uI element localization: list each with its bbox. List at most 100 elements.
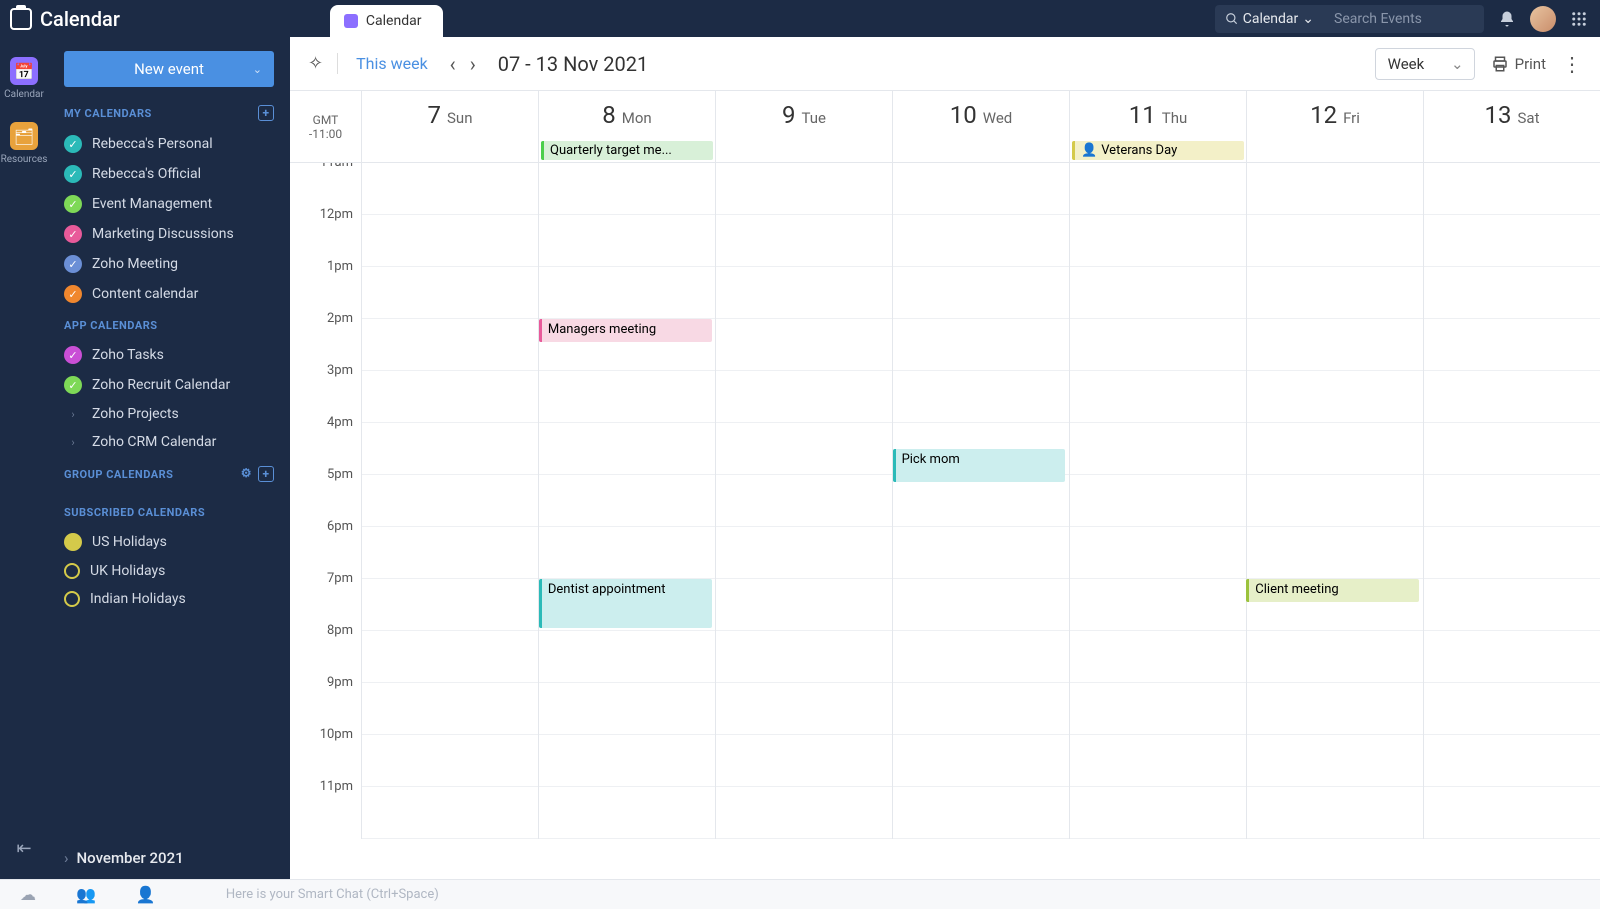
- day-header[interactable]: 13 Sat: [1424, 91, 1600, 162]
- search-group: Calendar ⌄: [1215, 5, 1484, 33]
- hour-label: 1pm: [290, 259, 361, 311]
- calendar-name: UK Holidays: [90, 563, 165, 579]
- day-header[interactable]: 10Wed: [893, 91, 1070, 162]
- calendar-event[interactable]: Pick mom: [893, 449, 1066, 482]
- profile-icon[interactable]: 👤: [136, 885, 156, 904]
- prev-week-icon[interactable]: ‹: [446, 52, 460, 76]
- calendar-item[interactable]: Marketing Discussions: [64, 219, 274, 249]
- day-header[interactable]: 11 Thu 👤Veterans Day: [1070, 91, 1247, 162]
- day-header[interactable]: 9 Tue: [716, 91, 893, 162]
- calendar-event[interactable]: Managers meeting: [539, 319, 712, 342]
- calendar-color-dot: [64, 255, 82, 273]
- calendar-item[interactable]: Zoho Meeting: [64, 249, 274, 279]
- hour-label: 11am: [290, 163, 361, 207]
- bell-icon[interactable]: [1498, 10, 1516, 28]
- week-nav: ‹ ›: [446, 52, 480, 76]
- day-name: Tue: [802, 109, 826, 127]
- apps-grid-icon[interactable]: [1570, 10, 1588, 28]
- this-week-button[interactable]: This week: [356, 54, 428, 73]
- grid-column[interactable]: [362, 163, 539, 839]
- avatar[interactable]: [1530, 6, 1556, 32]
- day-number: 11: [1129, 101, 1156, 129]
- search-input[interactable]: [1324, 11, 1484, 27]
- calendar-name: Event Management: [92, 196, 212, 212]
- next-week-icon[interactable]: ›: [466, 52, 480, 76]
- calendar-name: Rebecca's Personal: [92, 136, 213, 152]
- grid-column[interactable]: [1070, 163, 1247, 839]
- calendar-item[interactable]: Rebecca's Personal: [64, 129, 274, 159]
- day-name: Fri: [1343, 109, 1360, 127]
- day-name: Sun: [447, 109, 472, 127]
- grid-column[interactable]: [1247, 163, 1424, 839]
- day-header[interactable]: 8MonQuarterly target me...: [539, 91, 716, 162]
- tab-bar: Calendar: [330, 0, 444, 37]
- calendar-item[interactable]: Zoho Tasks: [64, 340, 274, 370]
- hour-label: 5pm: [290, 467, 361, 519]
- date-range: 07 - 13 Nov 2021: [498, 52, 649, 76]
- rail-item-resources[interactable]: 🗂 Resources: [1, 122, 48, 165]
- grid-column[interactable]: [1424, 163, 1600, 839]
- calendar-item[interactable]: UK Holidays: [64, 557, 274, 585]
- calendar-item[interactable]: ›Zoho CRM Calendar: [64, 428, 274, 456]
- chat-bar: ☁ 👥 👤 Here is your Smart Chat (Ctrl+Spac…: [0, 879, 1600, 909]
- rail-item-calendar[interactable]: 📅 Calendar: [4, 57, 44, 100]
- event-title: Quarterly target me...: [550, 143, 672, 158]
- day-name: Wed: [983, 109, 1013, 127]
- calendar-name: Indian Holidays: [90, 591, 186, 607]
- collapse-sidebar-icon[interactable]: ⇤: [16, 838, 31, 859]
- contacts-icon[interactable]: 👥: [76, 885, 96, 904]
- calendar-item[interactable]: Event Management: [64, 189, 274, 219]
- add-calendar-icon[interactable]: +: [258, 105, 274, 121]
- chevron-right-icon: ›: [64, 849, 69, 867]
- day-header-row: GMT -11:00 7Sun8MonQuarterly target me..…: [290, 91, 1600, 163]
- app-calendars-list: Zoho TasksZoho Recruit Calendar›Zoho Pro…: [64, 340, 274, 456]
- tab-calendar[interactable]: Calendar: [330, 5, 444, 37]
- chat-cloud-icon[interactable]: ☁: [20, 885, 36, 904]
- calendar-event[interactable]: Client meeting: [1246, 579, 1419, 602]
- time-grid[interactable]: 11am12pm1pm2pm3pm4pm5pm6pm7pm8pm9pm10pm1…: [290, 163, 1600, 879]
- section-subscribed: SUBSCRIBED CALENDARS: [64, 506, 274, 519]
- view-select[interactable]: Week: [1375, 48, 1475, 80]
- calendar-color-dot: [64, 165, 82, 183]
- calendar-item[interactable]: Rebecca's Official: [64, 159, 274, 189]
- allday-event[interactable]: 👤Veterans Day: [1072, 141, 1244, 160]
- day-number: 13: [1485, 101, 1512, 129]
- print-icon: [1491, 55, 1509, 73]
- calendar-item[interactable]: US Holidays: [64, 527, 274, 557]
- calendar-name: Marketing Discussions: [92, 226, 234, 242]
- calendar-item[interactable]: Indian Holidays: [64, 585, 274, 613]
- allday-event[interactable]: Quarterly target me...: [541, 141, 713, 160]
- event-title: Dentist appointment: [548, 582, 666, 597]
- my-calendars-list: Rebecca's Personal Rebecca's Official Even…: [64, 129, 274, 309]
- calendar-event[interactable]: Dentist appointment: [539, 579, 712, 628]
- subscribed-list: US Holidays UK Holidays Indian Holidays: [64, 527, 274, 613]
- calendar-item[interactable]: ›Zoho Projects: [64, 400, 274, 428]
- print-button[interactable]: Print: [1491, 55, 1546, 73]
- day-number: 9: [782, 101, 796, 129]
- month-nav[interactable]: › November 2021: [64, 849, 184, 867]
- calendar-color-dot: [64, 533, 82, 551]
- toolbar-right: Week Print ⋮: [1375, 48, 1582, 80]
- search-scope[interactable]: Calendar ⌄: [1215, 11, 1324, 27]
- calendar-item[interactable]: Zoho Recruit Calendar: [64, 370, 274, 400]
- grid-column[interactable]: [539, 163, 716, 839]
- gear-icon[interactable]: ⚙: [241, 466, 252, 482]
- day-name: Sat: [1518, 109, 1540, 127]
- grid-column[interactable]: [716, 163, 893, 839]
- day-number: 12: [1310, 101, 1337, 129]
- new-event-button[interactable]: New event ⌄: [64, 51, 274, 87]
- calendar-item[interactable]: Content calendar: [64, 279, 274, 309]
- hour-label: 3pm: [290, 363, 361, 415]
- calendar-name: Zoho Projects: [92, 406, 179, 422]
- grid-column[interactable]: [893, 163, 1070, 839]
- day-name: Thu: [1162, 109, 1187, 127]
- brand: Calendar: [0, 7, 120, 31]
- day-header[interactable]: 12 Fri: [1247, 91, 1424, 162]
- more-options-icon[interactable]: ⋮: [1562, 52, 1582, 76]
- brand-label: Calendar: [40, 7, 120, 31]
- add-group-icon[interactable]: +: [258, 466, 274, 482]
- quick-add-icon[interactable]: ✧: [308, 53, 338, 74]
- calendar-toolbar: ✧ This week ‹ › 07 - 13 Nov 2021 Week Pr…: [290, 37, 1600, 91]
- calendar-color-dot: [64, 376, 82, 394]
- day-header[interactable]: 7Sun: [362, 91, 539, 162]
